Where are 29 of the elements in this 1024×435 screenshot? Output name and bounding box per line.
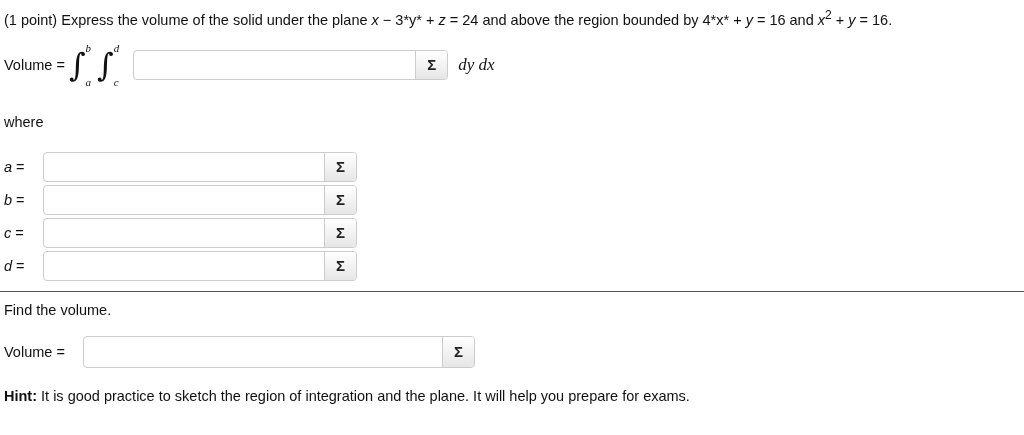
upper-limit: d [113,41,120,54]
problem-text: (1 point) Express the volume of the solid under the plane x − 3*y* + z = 24 and above the region bounded by 4*x* + y = 16 and x$^{2}$ + y = 16. [4,8,894,28]
lower-limit: a [85,75,92,88]
answer-field[interactable]: Σ [43,250,357,281]
upper-limit: b [85,41,92,54]
hint-text: Hint: It is good practice to sketch the region of integration and the plane. It will help you prepare for exams. [4,387,691,404]
answer-field[interactable]: Σ [133,49,449,80]
answer-field[interactable]: Σ [43,184,357,215]
equation-editor-button[interactable]: Σ [442,336,474,367]
instruction-text: Find the volume. [4,301,113,318]
integral-sign: ∫ [68,45,86,84]
equation-editor-button[interactable]: Σ [324,185,356,214]
lower-limit: c [113,75,120,88]
bound-label: b = [4,191,26,208]
bound-label: d = [4,257,26,274]
volume-label: Volume = [4,56,65,73]
equation-editor-button[interactable]: Σ [324,152,356,181]
answer-field[interactable]: Σ [43,151,357,182]
equation-editor-button[interactable]: Σ [324,251,356,280]
differential-text: dy dx [458,54,495,75]
bound-label: a = [4,158,26,175]
equation-editor-button[interactable]: Σ [415,50,448,79]
integral-sign: ∫ [97,45,114,84]
bound-label: c = [4,224,25,241]
answer-field[interactable]: Σ [83,335,475,368]
equation-editor-button[interactable]: Σ [324,218,356,247]
volume-label: Volume = [4,343,66,360]
answer-field[interactable]: Σ [43,217,357,248]
where-text: where [4,113,45,130]
